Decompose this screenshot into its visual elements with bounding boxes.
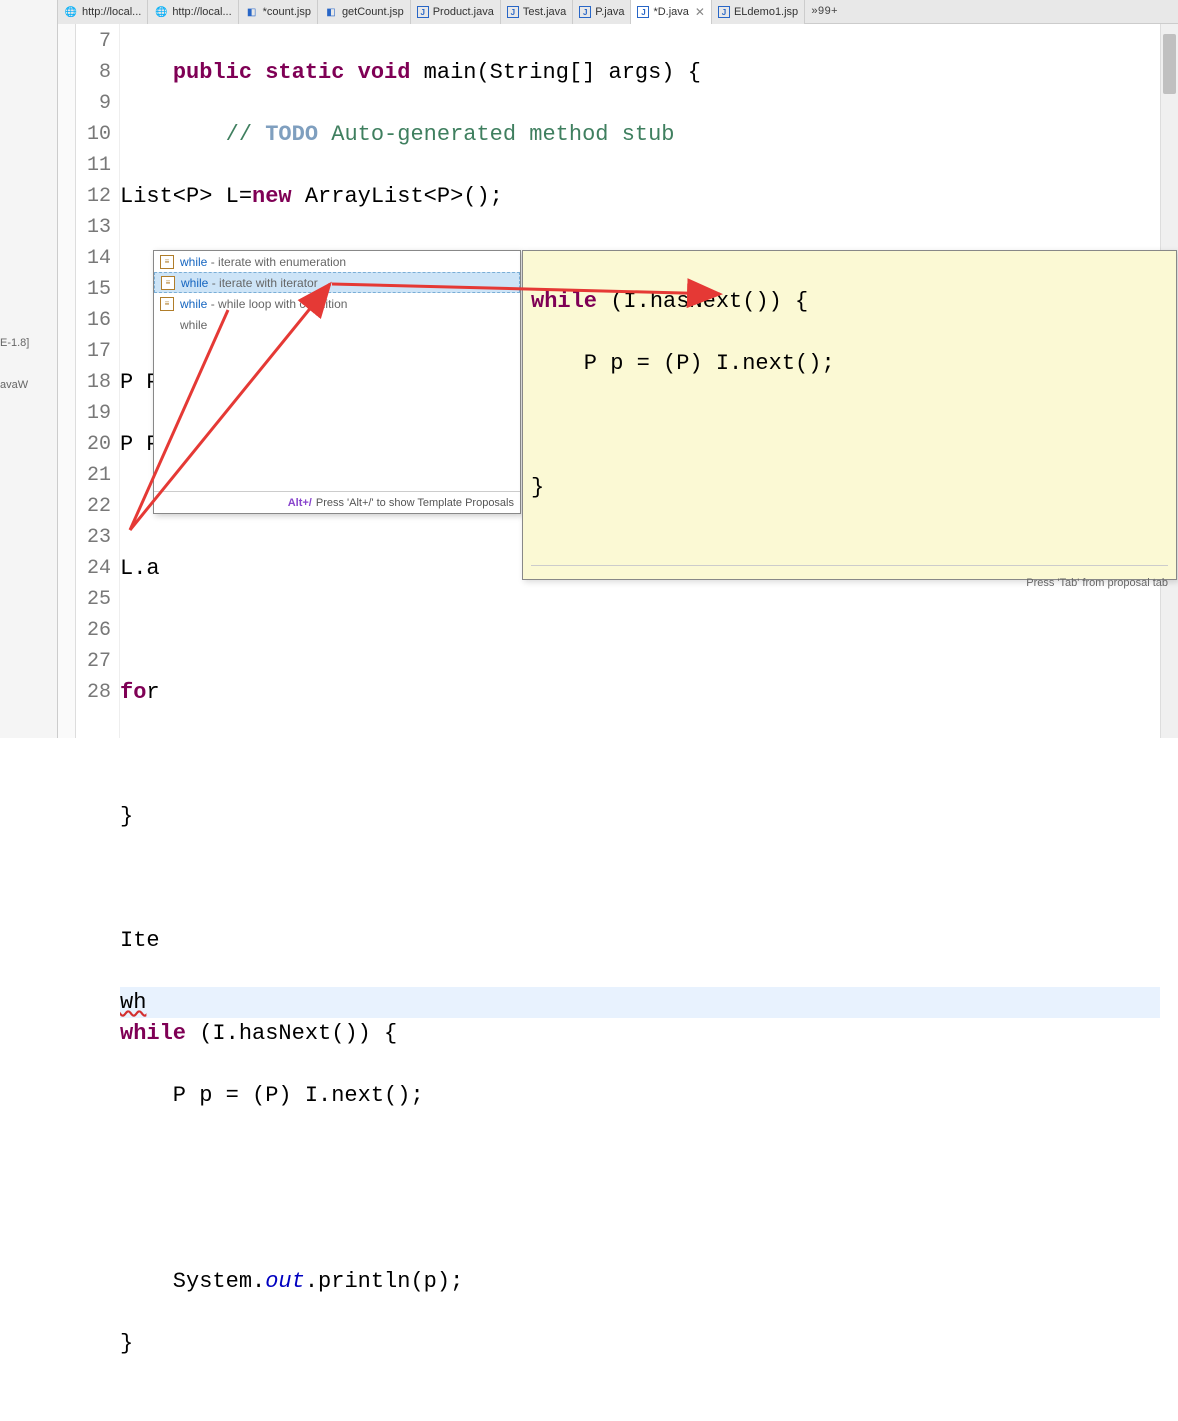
- java-icon: J: [637, 6, 649, 18]
- scrollbar-thumb[interactable]: [1163, 34, 1176, 94]
- tab-label: P.java: [595, 6, 624, 18]
- tab-label: getCount.jsp: [342, 6, 404, 18]
- folding-ruler[interactable]: [58, 24, 76, 738]
- tab-label: Test.java: [523, 6, 566, 18]
- tab-product-java[interactable]: J Product.java: [411, 0, 501, 24]
- preview-body: while (I.hasNext()) { P p = (P) I.next()…: [531, 255, 1168, 565]
- template-icon: ≡: [161, 276, 175, 290]
- preview-statusbar: Press 'Tab' from proposal tab: [531, 565, 1168, 599]
- autocomplete-item-iterator[interactable]: ≡ while - iterate with iterator: [154, 272, 520, 293]
- java-icon: J: [718, 6, 730, 18]
- sidebar-label-javaw: avaW: [0, 379, 28, 391]
- autocomplete-item-enum[interactable]: ≡ while - iterate with enumeration: [154, 251, 520, 272]
- java-icon: J: [417, 6, 429, 18]
- java-icon: J: [507, 6, 519, 18]
- shortcut-label: Alt+/: [288, 497, 312, 509]
- tab-label: *D.java: [653, 6, 688, 18]
- close-icon[interactable]: ✕: [695, 5, 705, 19]
- status-text: Press 'Alt+/' to show Template Proposals: [316, 497, 514, 509]
- autocomplete-statusbar: Alt+/ Press 'Alt+/' to show Template Pro…: [154, 491, 520, 513]
- jsp-icon: ◧: [324, 5, 338, 19]
- java-icon: J: [579, 6, 591, 18]
- tab-http-local-2[interactable]: 🌐 http://local...: [148, 0, 238, 24]
- left-sidebar: E-1.8] avaW: [0, 0, 58, 738]
- sidebar-label-jre: E-1.8]: [0, 337, 29, 349]
- line-number-gutter: 7 8 9 10 11 12 13 14 15 16 17 18 19 20 2…: [76, 24, 120, 738]
- tab-test-java[interactable]: J Test.java: [501, 0, 573, 24]
- tab-overflow-button[interactable]: »99+: [805, 0, 843, 23]
- autocomplete-list: ≡ while - iterate with enumeration ≡ whi…: [154, 251, 520, 491]
- template-preview-popup: while (I.hasNext()) { P p = (P) I.next()…: [522, 250, 1177, 580]
- tab-getcount-jsp[interactable]: ◧ getCount.jsp: [318, 0, 411, 24]
- tab-d-java[interactable]: J *D.java ✕: [631, 0, 712, 24]
- autocomplete-item-keyword[interactable]: while: [154, 314, 520, 335]
- tab-eldemo1-jsp[interactable]: J ELdemo1.jsp: [712, 0, 805, 24]
- tab-count-jsp[interactable]: ◧ *count.jsp: [239, 0, 318, 24]
- autocomplete-popup: ≡ while - iterate with enumeration ≡ whi…: [153, 250, 521, 514]
- autocomplete-item-condition[interactable]: ≡ while - while loop with condition: [154, 293, 520, 314]
- tab-label: ELdemo1.jsp: [734, 6, 798, 18]
- tab-p-java[interactable]: J P.java: [573, 0, 631, 24]
- jsp-icon: ◧: [245, 5, 259, 19]
- editor-tab-bar: 🌐 http://local... 🌐 http://local... ◧ *c…: [58, 0, 1178, 24]
- web-icon: 🌐: [154, 5, 168, 19]
- template-icon: ≡: [160, 297, 174, 311]
- tab-label: Product.java: [433, 6, 494, 18]
- template-icon: ≡: [160, 255, 174, 269]
- web-icon: 🌐: [64, 5, 78, 19]
- tab-label: *count.jsp: [263, 6, 311, 18]
- tab-label: http://local...: [172, 6, 231, 18]
- tab-label: http://local...: [82, 6, 141, 18]
- tab-http-local-1[interactable]: 🌐 http://local...: [58, 0, 148, 24]
